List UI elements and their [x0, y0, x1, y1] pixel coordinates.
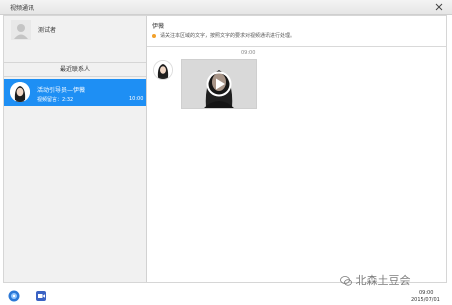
recent-contacts-header: 最近联系人 [4, 62, 146, 77]
message-time: 09:00 [241, 50, 256, 56]
app-button[interactable] [8, 290, 20, 302]
notice-dot-icon [152, 34, 156, 38]
chat-notice: 请关注本区域的文字，按照文字的要求对视频通讯进行处理。 [160, 33, 296, 39]
video-app-button[interactable] [35, 290, 47, 302]
contact-preview: 视频留言：2:32 [37, 97, 74, 103]
app-icon [8, 290, 20, 302]
chat-header: 伊薇 请关注本区域的文字，按照文字的要求对视频通讯进行处理。 [147, 16, 446, 47]
contact-name: 活动引导员—伊薇 [37, 87, 86, 94]
contact-time: 10:00 [129, 96, 144, 102]
watermark-text: 北森土豆会 [355, 274, 411, 287]
wechat-icon [340, 276, 352, 286]
sidebar: 测试者 最近联系人 活动引导员—伊薇 视频留言：2:32 10:00 [4, 16, 147, 282]
close-icon [435, 3, 443, 11]
contact-item[interactable]: 活动引导员—伊薇 视频留言：2:32 10:00 [4, 79, 146, 106]
chat-peer-name: 伊薇 [152, 23, 165, 30]
play-icon[interactable] [206, 71, 232, 97]
user-avatar-placeholder-icon [11, 20, 31, 40]
video-app-icon [36, 291, 46, 301]
profile-name: 测试者 [38, 27, 57, 34]
message-avatar [153, 60, 173, 80]
window-title: 视频通讯 [10, 5, 35, 12]
title-bar: 视频通讯 [0, 0, 452, 15]
video-message[interactable] [181, 59, 257, 109]
close-button[interactable] [433, 1, 445, 13]
clock-date: 2015/07/01 [411, 297, 440, 303]
profile[interactable]: 测试者 [4, 16, 146, 47]
clock-time: 09:00 [419, 290, 434, 296]
contact-avatar [10, 82, 30, 102]
watermark: 北森土豆会 [340, 272, 411, 288]
